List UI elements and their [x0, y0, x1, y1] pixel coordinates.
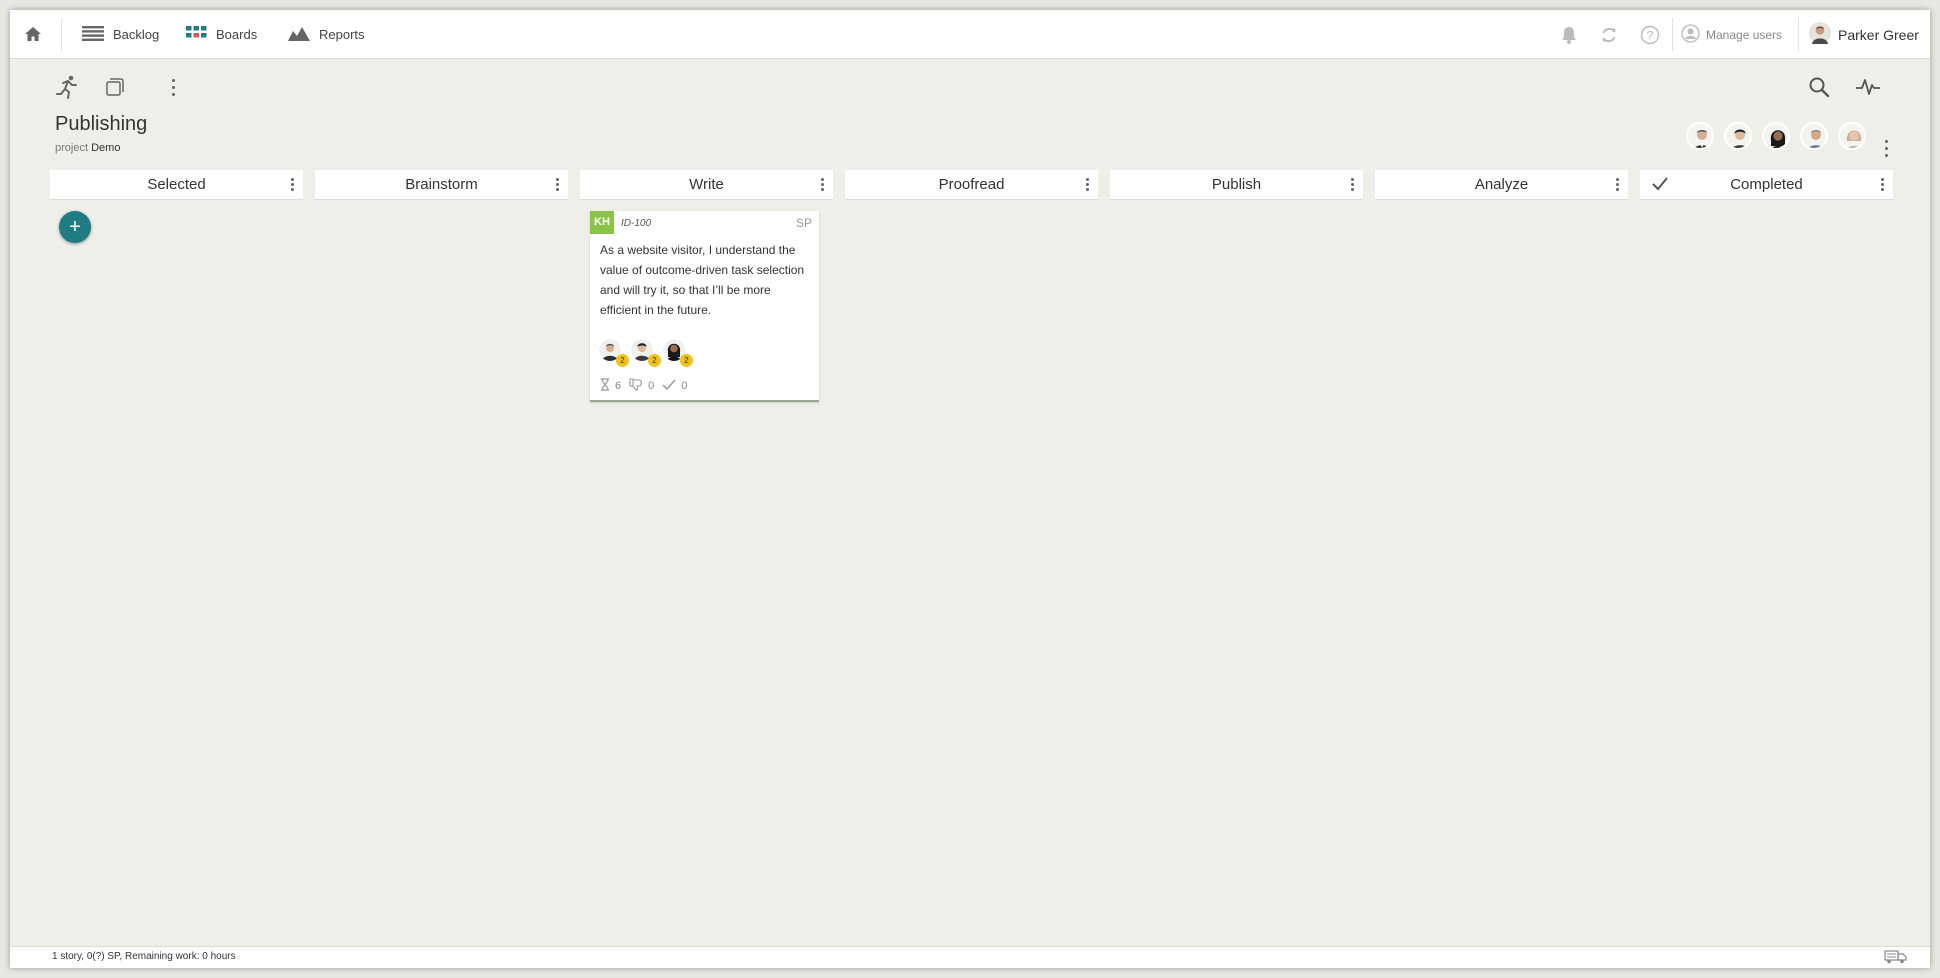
column-completed[interactable]: Completed	[1640, 170, 1893, 200]
member-avatar[interactable]	[1800, 122, 1828, 150]
member-avatar[interactable]	[1724, 122, 1752, 150]
column-write[interactable]: Write	[580, 170, 833, 200]
boards-grid-icon	[186, 25, 207, 44]
nav-backlog[interactable]: Backlog	[82, 10, 159, 59]
story-card[interactable]: KH ID-100 SP As a website visitor, I und…	[590, 211, 819, 402]
column-menu-icon[interactable]	[1082, 176, 1092, 194]
nav-boards-label: Boards	[216, 27, 258, 42]
column-menu-icon[interactable]	[1877, 176, 1887, 194]
truck-icon[interactable]	[1884, 950, 1908, 968]
story-text: As a website visitor, I understand the v…	[600, 243, 805, 317]
card-stats: 6 0 0	[600, 378, 687, 394]
column-title: Brainstorm	[405, 176, 478, 193]
top-navigation: Backlog Boards Reports ? Manage users Pa…	[10, 10, 1930, 59]
hourglass-icon	[600, 378, 610, 394]
nav-divider	[1798, 18, 1799, 51]
assignee-badge: 2	[648, 354, 661, 367]
activity-pulse-icon[interactable]	[1855, 74, 1881, 100]
check-icon	[662, 379, 676, 393]
members-more-icon[interactable]	[1873, 136, 1899, 160]
column-menu-icon[interactable]	[287, 176, 297, 194]
column-title: Write	[689, 176, 724, 193]
search-icon[interactable]	[1806, 74, 1832, 100]
sync-icon[interactable]	[1599, 25, 1619, 45]
reports-chart-icon	[288, 25, 310, 44]
assignee-avatar[interactable]: 2	[631, 339, 661, 367]
impediments-stat: 0	[629, 378, 654, 394]
column-menu-icon[interactable]	[1612, 176, 1622, 194]
column-analyze[interactable]: Analyze	[1375, 170, 1628, 200]
help-icon[interactable]: ?	[1640, 25, 1660, 45]
project-link[interactable]: Demo	[91, 142, 120, 154]
copy-icon[interactable]	[102, 74, 128, 100]
column-menu-icon[interactable]	[817, 176, 827, 194]
column-title: Publish	[1211, 176, 1262, 193]
subtitle-prefix: project	[55, 142, 89, 154]
remaining-hours-stat: 6	[600, 378, 621, 394]
hours-value: 6	[615, 380, 622, 392]
assignee-avatar[interactable]: 2	[663, 339, 693, 367]
status-summary: 1 story, 0(?) SP, Remaining work: 0 hour…	[52, 951, 236, 962]
nav-reports-label: Reports	[319, 27, 365, 42]
nav-boards[interactable]: Boards	[186, 10, 257, 59]
done-stat: 0	[662, 379, 687, 393]
column-publish[interactable]: Publish	[1110, 170, 1363, 200]
nav-reports[interactable]: Reports	[288, 10, 365, 59]
member-avatars	[1686, 122, 1866, 150]
user-avatar	[1809, 22, 1831, 47]
assignee-badge: 2	[680, 354, 693, 367]
assignee-badge: 2	[616, 354, 629, 367]
member-avatar[interactable]	[1838, 122, 1866, 150]
column-title: Completed	[1730, 176, 1803, 193]
column-menu-icon[interactable]	[1347, 176, 1357, 194]
home-icon[interactable]	[23, 24, 43, 44]
column-selected[interactable]: Selected	[50, 170, 303, 200]
page-subtitle: project Demo	[55, 142, 120, 154]
more-vertical-icon[interactable]	[160, 74, 186, 100]
nav-divider	[61, 18, 62, 51]
backlog-list-icon	[82, 25, 104, 44]
column-brainstorm[interactable]: Brainstorm	[315, 170, 568, 200]
nav-divider	[1672, 18, 1673, 51]
story-points: SP	[795, 216, 812, 230]
thumbs-down-icon	[629, 378, 643, 394]
column-title: Analyze	[1474, 176, 1529, 193]
assignee-list: 2 2 2	[599, 339, 693, 367]
page-title: Publishing	[55, 113, 148, 135]
nav-backlog-label: Backlog	[113, 27, 160, 42]
column-menu-icon[interactable]	[552, 176, 562, 194]
svg-text:?: ?	[1647, 29, 1654, 43]
manage-users-label: Manage users	[1706, 27, 1783, 42]
add-story-button[interactable]: +	[59, 211, 91, 243]
story-id: ID-100	[621, 218, 652, 229]
sprint-runner-icon[interactable]	[54, 74, 80, 100]
user-circle-icon	[1681, 23, 1700, 46]
owner-initials: KH	[590, 211, 614, 234]
member-avatar[interactable]	[1762, 122, 1790, 150]
impediments-value: 0	[648, 380, 655, 392]
user-name: Parker Greer	[1838, 26, 1919, 43]
bell-icon[interactable]	[1560, 25, 1580, 45]
column-title: Proofread	[938, 176, 1005, 193]
column-title: Selected	[147, 176, 206, 193]
status-bar: 1 story, 0(?) SP, Remaining work: 0 hour…	[10, 946, 1930, 968]
member-avatar[interactable]	[1686, 122, 1714, 150]
app-window: Backlog Boards Reports ? Manage users Pa…	[10, 10, 1930, 968]
column-proofread[interactable]: Proofread	[845, 170, 1098, 200]
done-value: 0	[681, 380, 688, 392]
user-menu[interactable]: Parker Greer	[1809, 10, 1919, 59]
manage-users-button[interactable]: Manage users	[1681, 10, 1782, 59]
assignee-avatar[interactable]: 2	[599, 339, 629, 367]
